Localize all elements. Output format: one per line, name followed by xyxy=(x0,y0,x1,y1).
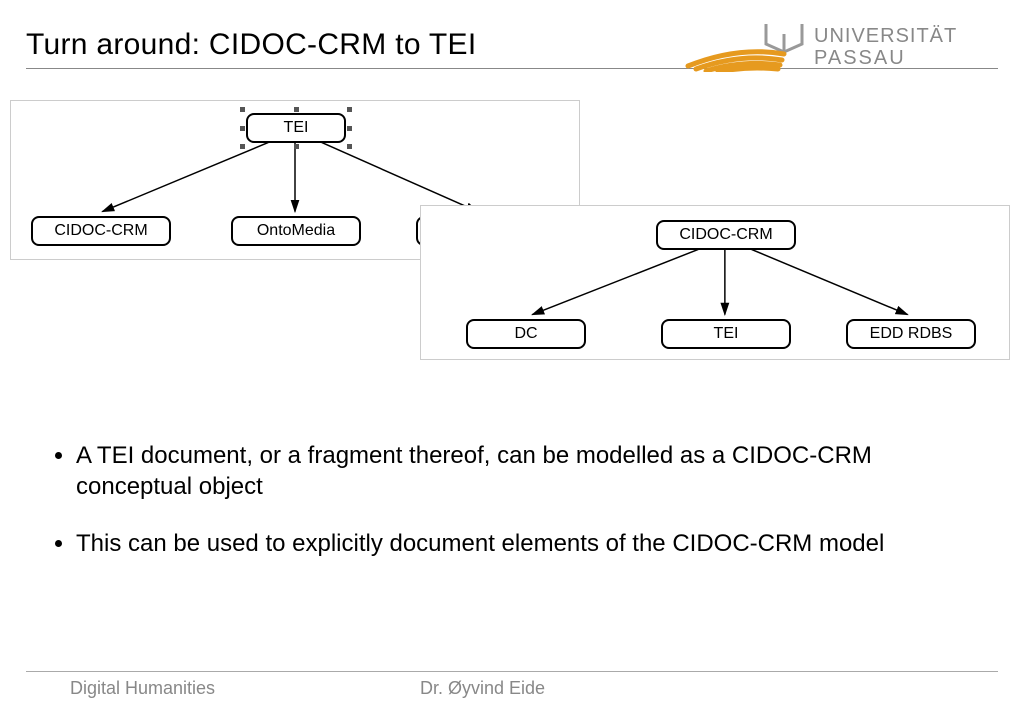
logo-text-1: UNIVERSITÄT xyxy=(814,25,957,47)
node-dc: DC xyxy=(466,319,586,349)
bullet-list: A TEI document, or a fragment thereof, c… xyxy=(48,440,964,586)
node-tei-child: TEI xyxy=(661,319,791,349)
footer-left: Digital Humanities xyxy=(70,678,215,699)
footer-divider xyxy=(26,671,998,672)
footer: Digital Humanities Dr. Øyvind Eide xyxy=(0,678,1024,702)
slide-title: Turn around: CIDOC-CRM to TEI xyxy=(26,28,476,62)
node-edd-rdbs-2: EDD RDBS xyxy=(846,319,976,349)
node-cidoc-crm-root: CIDOC-CRM xyxy=(656,220,796,250)
footer-center: Dr. Øyvind Eide xyxy=(420,678,545,699)
logo-text-2: PASSAU xyxy=(814,47,906,69)
node-ontomedia: OntoMedia xyxy=(231,216,361,246)
diagram-cidoc-panel: CIDOC-CRM DC TEI EDD RDBS xyxy=(420,205,1010,360)
university-logo: UNIVERSITÄT PASSAU xyxy=(678,20,998,72)
bullet-1: A TEI document, or a fragment thereof, c… xyxy=(76,440,964,502)
node-tei: TEI xyxy=(246,113,346,143)
bullet-2: This can be used to explicitly document … xyxy=(76,528,964,559)
node-cidoc-crm: CIDOC-CRM xyxy=(31,216,171,246)
